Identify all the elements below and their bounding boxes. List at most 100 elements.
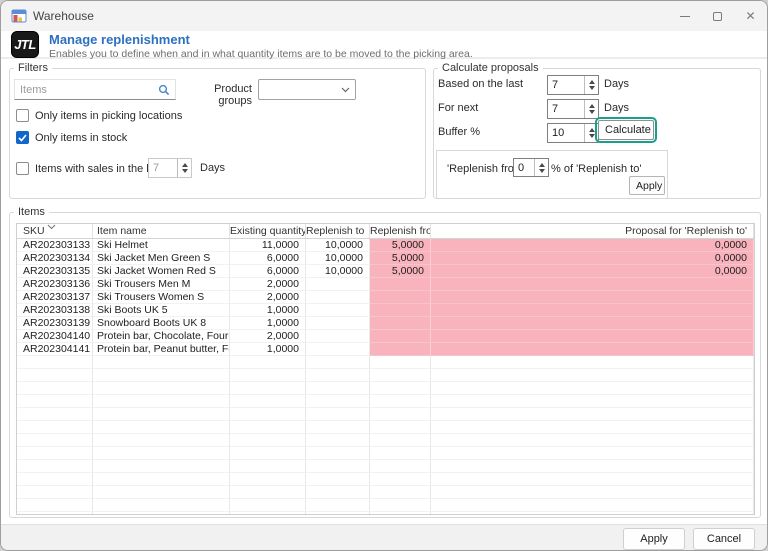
column-header-item-name[interactable]: Item name [93, 224, 230, 238]
spinner-arrows[interactable] [584, 124, 598, 142]
empty-cell [370, 499, 431, 512]
minimize-icon [679, 15, 690, 17]
warehouse-window: Warehouse ✕ JTL Manage replenishment Ena… [0, 0, 768, 551]
arrow-down-icon [181, 169, 188, 173]
cell-sku: AR202303138 [17, 304, 93, 317]
table-row[interactable]: AR202303133 Ski Helmet 11,0000 10,0000 5,000… [17, 239, 754, 252]
empty-cell [17, 434, 93, 447]
items-table: SKU Item name Existing quantity Replenis… [16, 223, 755, 515]
empty-cell [370, 460, 431, 473]
table-row[interactable]: AR202304140Protein bar, Chocolate, Four-… [17, 330, 754, 343]
cell-name: Protein bar, Peanut butter, Four-p... [93, 343, 230, 356]
empty-cell [431, 421, 754, 434]
column-header-existing-quantity[interactable]: Existing quantity [230, 224, 306, 238]
empty-cell [17, 447, 93, 460]
column-header-replenish-to[interactable]: Replenish to [306, 224, 370, 238]
cell-sku: AR202304141 [17, 343, 93, 356]
table-row[interactable]: AR202303138 Ski Boots UK 5 1,0000 [17, 304, 754, 317]
column-header-replenish-from[interactable]: Replenish from [370, 224, 431, 238]
empty-cell [230, 460, 306, 473]
empty-cell [93, 512, 230, 514]
spinner-arrows[interactable] [534, 159, 548, 176]
sales-days-spinner[interactable]: 7 [148, 158, 192, 178]
empty-cell [230, 486, 306, 499]
arrow-down-icon [538, 168, 545, 173]
footer-bar: Apply Cancel [1, 524, 767, 550]
buffer-spinner[interactable]: 10 [547, 123, 599, 143]
spinner-arrows[interactable] [584, 100, 598, 118]
checkbox-icon [16, 109, 29, 122]
empty-cell [370, 356, 431, 369]
table-row[interactable]: AR202303136 Ski Trousers Men M 2,0000 [17, 278, 754, 291]
empty-cell [370, 486, 431, 499]
checkbox-icon [16, 131, 29, 144]
empty-row [17, 356, 754, 369]
apply-button[interactable]: Apply [623, 528, 685, 550]
cell-existing: 6,0000 [230, 265, 306, 278]
cell-name: Snowboard Boots UK 8 [93, 317, 230, 330]
spinner-value: 7 [552, 103, 559, 115]
minimize-button[interactable] [668, 1, 701, 31]
empty-cell [93, 382, 230, 395]
product-groups-select[interactable] [258, 79, 356, 100]
cell-name: Protein bar, Chocolate, Four-pack [93, 330, 230, 343]
items-table-header: SKU Item name Existing quantity Replenis… [17, 224, 754, 239]
checkbox-only-in-stock[interactable]: Only items in stock [16, 131, 127, 144]
cancel-button[interactable]: Cancel [693, 528, 755, 550]
cell-existing: 6,0000 [230, 252, 306, 265]
window-controls: ✕ [668, 1, 767, 31]
empty-cell [230, 499, 306, 512]
empty-cell [306, 499, 370, 512]
empty-cell [230, 447, 306, 460]
items-table-body: AR202303133 Ski Helmet 11,0000 10,0000 5,000… [17, 239, 754, 514]
close-button[interactable]: ✕ [734, 1, 767, 31]
cell-sku: AR202304140 [17, 330, 93, 343]
empty-cell [306, 421, 370, 434]
cell-replenish-to: 10,0000 [306, 265, 370, 278]
empty-cell [17, 499, 93, 512]
table-row[interactable]: AR202304141 Protein bar, Peanut butter, F… [17, 343, 754, 356]
table-row[interactable]: AR202303139 Snowboard Boots UK 8 1,0000 [17, 317, 754, 330]
table-row[interactable]: AR202303135 Ski Jacket Women Red S 6,0000 1… [17, 265, 754, 278]
sales-days-unit: Days [200, 162, 226, 174]
empty-row [17, 369, 754, 382]
empty-cell [431, 395, 754, 408]
table-row[interactable]: AR202303134 Ski Jacket Men Green S 6,0000 1… [17, 252, 754, 265]
empty-cell [306, 395, 370, 408]
search-placeholder: Items [20, 84, 47, 96]
cell-proposal [431, 304, 754, 317]
empty-cell [17, 473, 93, 486]
cell-proposal: 0,0000 [431, 239, 754, 252]
calculate-button[interactable]: Calculate [595, 117, 657, 143]
empty-row [17, 473, 754, 486]
checkbox-icon [16, 162, 29, 175]
empty-cell [370, 395, 431, 408]
cell-existing: 2,0000 [230, 291, 306, 304]
cell-replenish-to: 10,0000 [306, 252, 370, 265]
empty-row [17, 512, 754, 514]
empty-row [17, 434, 754, 447]
cell-replenish-from [370, 304, 431, 317]
replenish-apply-button[interactable]: Apply [629, 176, 665, 195]
cell-replenish-to [306, 317, 370, 330]
checkbox-items-with-sales[interactable]: Items with sales in the last [16, 162, 163, 175]
checkbox-only-picking-locations[interactable]: Only items in picking locations [16, 109, 182, 122]
arrow-down-icon [588, 86, 595, 90]
replenish-percent-spinner[interactable]: 0 [513, 158, 549, 177]
cell-existing: 1,0000 [230, 343, 306, 356]
items-search-input[interactable]: Items [14, 79, 176, 100]
spinner-arrows[interactable] [177, 159, 191, 177]
maximize-button[interactable] [701, 1, 734, 31]
for-next-spinner[interactable]: 7 [547, 99, 599, 119]
empty-row [17, 421, 754, 434]
table-row[interactable]: AR202303137 Ski Trousers Women S 2,0000 [17, 291, 754, 304]
empty-cell [17, 421, 93, 434]
spinner-arrows[interactable] [584, 76, 598, 94]
cell-name: Ski Helmet [93, 239, 230, 252]
empty-cell [93, 499, 230, 512]
based-on-last-spinner[interactable]: 7 [547, 75, 599, 95]
cell-replenish-to [306, 304, 370, 317]
cell-name: Ski Jacket Women Red S [93, 265, 230, 278]
column-header-proposal[interactable]: Proposal for 'Replenish to' [431, 224, 754, 238]
checkbox-label: Items with sales in the last [35, 162, 164, 175]
